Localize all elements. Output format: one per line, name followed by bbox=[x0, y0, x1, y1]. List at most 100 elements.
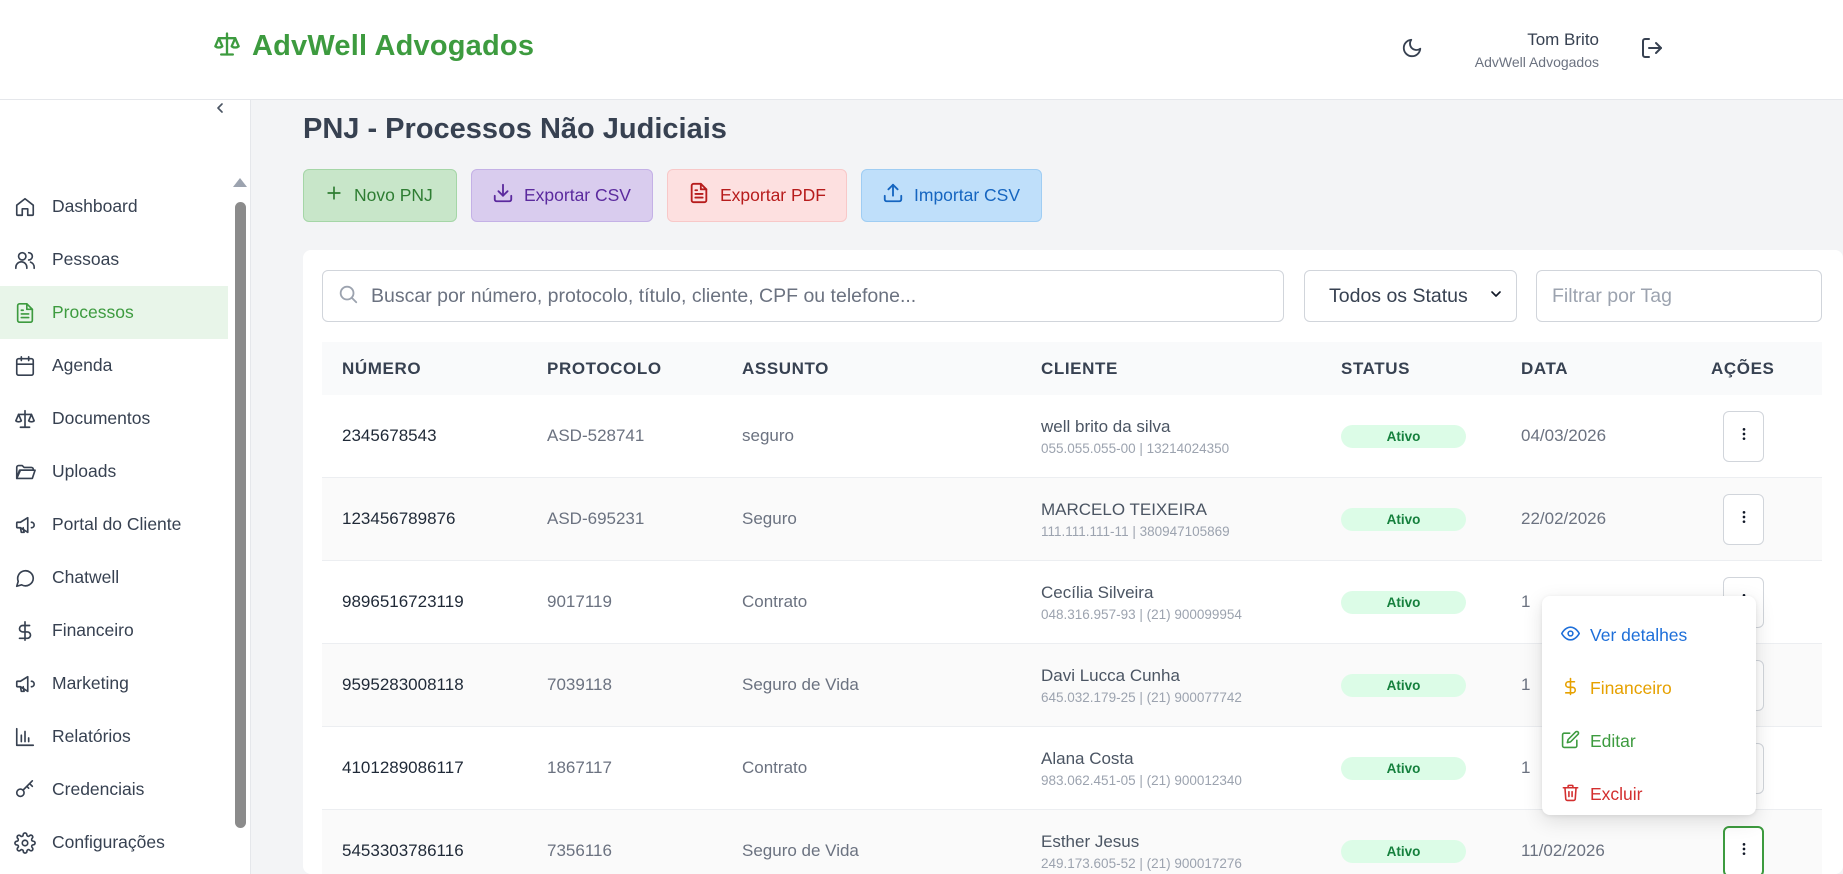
chevron-left-icon bbox=[212, 100, 228, 121]
sidebar-item-chatwell[interactable]: Chatwell bbox=[0, 551, 228, 604]
chat-icon bbox=[13, 566, 37, 590]
export-pdf-button[interactable]: Exportar PDF bbox=[667, 169, 847, 222]
cell-cliente: Cecília Silveira 048.316.957-93 | (21) 9… bbox=[1041, 583, 1341, 622]
row-actions-button[interactable] bbox=[1723, 493, 1764, 545]
sidebar-item-pessoas[interactable]: Pessoas bbox=[0, 233, 228, 286]
table-row[interactable]: 123456789876 ASD-695231 Seguro MARCELO T… bbox=[322, 478, 1822, 561]
client-name: MARCELO TEIXEIRA bbox=[1041, 499, 1207, 519]
megaphone-icon bbox=[13, 513, 37, 537]
brand-logo[interactable]: AdvWell Advogados bbox=[212, 30, 534, 63]
sidebar-item-label: Dashboard bbox=[52, 196, 138, 216]
column-header-status[interactable]: STATUS bbox=[1341, 359, 1521, 379]
cell-numero: 123456789876 bbox=[342, 509, 456, 528]
status-badge: Ativo bbox=[1341, 839, 1466, 863]
cell-status: Ativo bbox=[1341, 756, 1521, 780]
action-toolbar: Novo PNJ Exportar CSV Exportar PDF Impor… bbox=[303, 169, 1042, 222]
table-row[interactable]: 2345678543 ASD-528741 seguro well brito … bbox=[322, 395, 1822, 478]
upload-icon bbox=[882, 182, 904, 209]
dollar-icon bbox=[1561, 677, 1580, 701]
sidebar-item-uploads[interactable]: Uploads bbox=[0, 445, 228, 498]
scroll-up-arrow-icon[interactable] bbox=[233, 178, 247, 187]
cell-status: Ativo bbox=[1341, 507, 1521, 531]
column-header-cliente[interactable]: CLIENTE bbox=[1041, 359, 1341, 379]
sidebar-item-relatorios[interactable]: Relatórios bbox=[0, 710, 228, 763]
logout-button[interactable] bbox=[1638, 36, 1666, 64]
trash-icon bbox=[1561, 783, 1580, 807]
chevron-down-icon bbox=[1488, 285, 1504, 308]
import-csv-label: Importar CSV bbox=[914, 185, 1020, 205]
table-header: NÚMERO PROTOCOLO ASSUNTO CLIENTE STATUS … bbox=[322, 342, 1822, 395]
sidebar-item-label: Portal do Cliente bbox=[52, 514, 182, 534]
row-actions-button[interactable] bbox=[1723, 825, 1764, 874]
cell-data: 22/02/2026 bbox=[1521, 509, 1607, 528]
cell-protocolo: ASD-528741 bbox=[547, 426, 645, 445]
client-details: 983.062.451-05 | (21) 900012340 bbox=[1041, 772, 1242, 788]
status-badge: Ativo bbox=[1341, 673, 1466, 697]
menu-item-financeiro[interactable]: Financeiro bbox=[1542, 662, 1756, 715]
sidebar-item-configuracoes[interactable]: Configurações bbox=[0, 816, 228, 869]
sidebar-item-processos[interactable]: Processos bbox=[0, 286, 228, 339]
export-pdf-label: Exportar PDF bbox=[720, 185, 826, 205]
sidebar-item-documentos[interactable]: Documentos bbox=[0, 392, 228, 445]
sidebar-scrollbar[interactable] bbox=[233, 178, 247, 874]
client-name: Alana Costa bbox=[1041, 748, 1134, 768]
folder-open-icon bbox=[13, 460, 37, 484]
menu-item-label: Excluir bbox=[1590, 784, 1643, 804]
client-details: 249.173.605-52 | (21) 900017276 bbox=[1041, 855, 1242, 871]
search-input[interactable] bbox=[371, 284, 1271, 308]
sidebar-item-dashboard[interactable]: Dashboard bbox=[0, 180, 228, 233]
export-csv-button[interactable]: Exportar CSV bbox=[471, 169, 653, 222]
client-details: 645.032.179-25 | (21) 900077742 bbox=[1041, 689, 1242, 705]
cell-assunto: Contrato bbox=[742, 592, 808, 611]
brand-name: AdvWell Advogados bbox=[252, 30, 535, 62]
column-header-data[interactable]: DATA bbox=[1521, 359, 1711, 379]
sidebar-item-credenciais[interactable]: Credenciais bbox=[0, 763, 228, 816]
sidebar-item-agenda[interactable]: Agenda bbox=[0, 339, 228, 392]
scrollbar-thumb[interactable] bbox=[235, 202, 246, 828]
menu-item-editar[interactable]: Editar bbox=[1542, 715, 1756, 768]
sidebar-item-label: Agenda bbox=[52, 355, 113, 375]
status-filter-value: Todos os Status bbox=[1329, 284, 1468, 307]
sidebar-item-label: Documentos bbox=[52, 408, 151, 428]
tag-filter-input[interactable] bbox=[1536, 270, 1822, 322]
sidebar-item-portal-do-cliente[interactable]: Portal do Cliente bbox=[0, 498, 228, 551]
new-pnj-button[interactable]: Novo PNJ bbox=[303, 169, 457, 222]
cell-cliente: Davi Lucca Cunha 645.032.179-25 | (21) 9… bbox=[1041, 666, 1341, 705]
user-info: Tom Brito AdvWell Advogados bbox=[1475, 30, 1599, 70]
client-name: well brito da silva bbox=[1041, 416, 1171, 436]
sidebar-item-marketing[interactable]: Marketing bbox=[0, 657, 228, 710]
cell-status: Ativo bbox=[1341, 839, 1521, 863]
cell-protocolo: ASD-695231 bbox=[547, 509, 645, 528]
eye-icon bbox=[1561, 624, 1580, 648]
theme-toggle-button[interactable] bbox=[1398, 36, 1426, 64]
user-org: AdvWell Advogados bbox=[1474, 54, 1599, 70]
cell-cliente: Alana Costa 983.062.451-05 | (21) 900012… bbox=[1041, 749, 1341, 788]
cell-status: Ativo bbox=[1341, 673, 1521, 697]
plus-icon bbox=[324, 183, 344, 208]
cell-acoes bbox=[1711, 825, 1822, 874]
cell-protocolo: 7039118 bbox=[547, 675, 612, 694]
column-header-numero[interactable]: NÚMERO bbox=[322, 359, 547, 379]
new-pnj-label: Novo PNJ bbox=[354, 185, 433, 205]
search-box[interactable] bbox=[322, 270, 1284, 322]
more-vertical-icon bbox=[1736, 840, 1752, 863]
more-vertical-icon bbox=[1736, 425, 1752, 448]
menu-item-excluir[interactable]: Excluir bbox=[1542, 768, 1756, 821]
scale-icon bbox=[212, 30, 242, 63]
sidebar-item-label: Financeiro bbox=[52, 620, 134, 640]
row-actions-menu: Ver detalhes Financeiro Editar Excluir bbox=[1542, 596, 1756, 815]
column-header-assunto[interactable]: ASSUNTO bbox=[742, 359, 1041, 379]
cell-numero: 2345678543 bbox=[342, 426, 437, 445]
page-title: PNJ - Processos Não Judiciais bbox=[303, 113, 727, 145]
calendar-icon bbox=[13, 354, 37, 378]
cell-assunto: Seguro bbox=[742, 509, 797, 528]
menu-item-ver-detalhes[interactable]: Ver detalhes bbox=[1542, 609, 1756, 662]
sidebar-item-financeiro[interactable]: Financeiro bbox=[0, 604, 228, 657]
edit-icon bbox=[1561, 730, 1580, 754]
status-filter-select[interactable]: Todos os Status bbox=[1304, 270, 1517, 322]
row-actions-button[interactable] bbox=[1723, 410, 1764, 462]
column-header-protocolo[interactable]: PROTOCOLO bbox=[547, 359, 742, 379]
sidebar-item-label: Processos bbox=[52, 302, 134, 322]
import-csv-button[interactable]: Importar CSV bbox=[861, 169, 1042, 222]
collapse-sidebar-button[interactable] bbox=[210, 100, 230, 120]
